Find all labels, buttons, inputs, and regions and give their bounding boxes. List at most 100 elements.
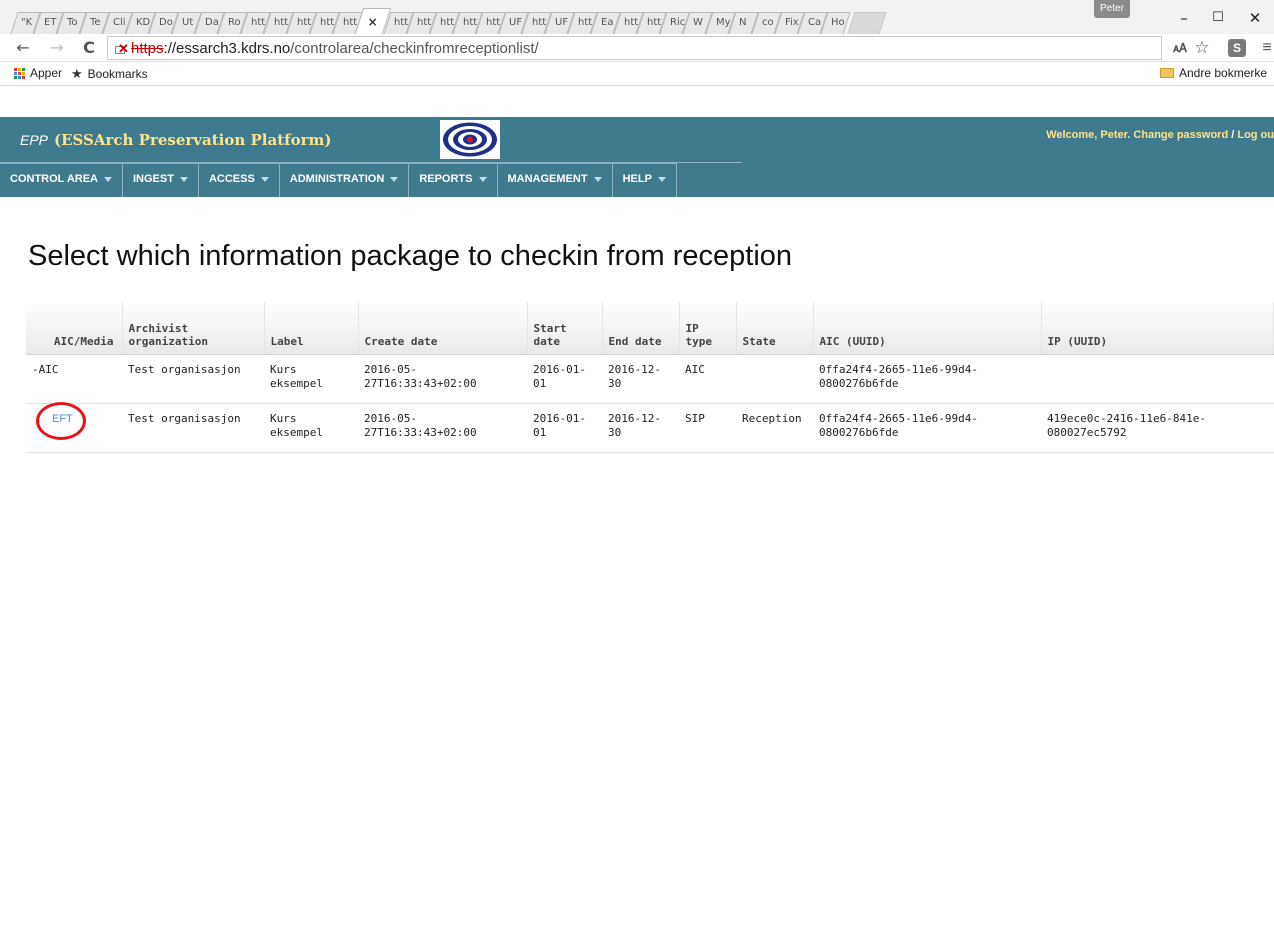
close-window-icon[interactable]: ✕ bbox=[1243, 6, 1267, 30]
tab-title: htt bbox=[417, 17, 432, 28]
tab-title: "K bbox=[21, 17, 33, 28]
tab-title: htt bbox=[532, 17, 547, 28]
caret-down-icon bbox=[179, 176, 188, 182]
org-cell: Test organisasjon bbox=[122, 354, 264, 404]
forward-arrow-icon[interactable]: → bbox=[46, 37, 68, 59]
extension-icon[interactable]: S bbox=[1228, 39, 1246, 57]
col-header-start-date[interactable]: Start date bbox=[527, 302, 603, 355]
minimize-icon[interactable]: – bbox=[1172, 6, 1196, 30]
col-header-archivist-organization[interactable]: Archivist organization bbox=[122, 302, 265, 355]
tab-title: Te bbox=[90, 17, 101, 28]
col-header-ip-type[interactable]: IP type bbox=[679, 302, 737, 355]
tab-title: Ut bbox=[182, 17, 194, 28]
eft-media-link[interactable]: EFT bbox=[52, 413, 73, 425]
folder-icon bbox=[1160, 68, 1174, 78]
bookmark-star-icon[interactable]: ☆ bbox=[1192, 38, 1212, 58]
translate-icon[interactable]: 🗚 bbox=[1170, 38, 1190, 58]
caret-down-icon bbox=[104, 176, 112, 182]
nav-label: MANAGEMENT bbox=[507, 173, 588, 185]
nav-administration[interactable]: ADMINISTRATION bbox=[279, 163, 410, 197]
app-brand[interactable]: EPP (ESSArch Preservation Platform) bbox=[20, 131, 331, 149]
page-title: Select which information package to chec… bbox=[28, 240, 793, 272]
tab-title: My bbox=[716, 17, 731, 28]
other-bookmarks-folder[interactable]: Andre bokmerke bbox=[1160, 66, 1267, 80]
state-cell bbox=[736, 354, 813, 404]
tab-title: Ric bbox=[670, 17, 686, 28]
tab-title: UF bbox=[555, 17, 569, 28]
col-header-ip-uuid[interactable]: IP (UUID) bbox=[1041, 302, 1274, 355]
browser-tabstrip: "K ET To Te Cli KD Do Ut Da Ro htt htt htt htt htt × htt… bbox=[0, 0, 1274, 34]
essarch-logo bbox=[440, 120, 500, 159]
nav-help[interactable]: HELP bbox=[612, 163, 677, 197]
maximize-icon[interactable]: ☐ bbox=[1206, 6, 1230, 30]
app-full-name: (ESSArch Preservation Platform) bbox=[54, 131, 332, 149]
bookmarks-bar: Apper ★ Bookmarks Andre bokmerke bbox=[0, 62, 1274, 86]
label-cell: Kurs eksempel bbox=[264, 354, 358, 404]
new-tab-button[interactable] bbox=[847, 12, 887, 34]
col-header-state[interactable]: State bbox=[736, 302, 814, 355]
table-header-row: AIC/Media Archivist organization Label C… bbox=[26, 302, 1274, 355]
end-date-cell: 2016-12-30 bbox=[602, 403, 679, 453]
profile-button[interactable]: Peter bbox=[1094, 0, 1130, 18]
nav-reports[interactable]: REPORTS bbox=[409, 163, 498, 197]
tab-title: To bbox=[67, 17, 78, 28]
change-password-link[interactable]: Change password bbox=[1133, 129, 1228, 141]
chrome-menu-icon[interactable]: ≡ bbox=[1257, 38, 1274, 58]
logout-link[interactable]: Log ou bbox=[1237, 129, 1274, 141]
url-path: /controlarea/checkinfromreceptionlist/ bbox=[290, 39, 539, 57]
nav-ingest[interactable]: INGEST bbox=[123, 163, 199, 197]
media-cell: EFT bbox=[26, 403, 122, 453]
tab-title: W bbox=[693, 17, 703, 28]
nav-label: ACCESS bbox=[208, 173, 255, 185]
aic-toggle-cell: -AIC bbox=[26, 354, 122, 404]
address-bar[interactable]: ✕ https ://essarch3.kdrs.no /controlarea… bbox=[107, 36, 1162, 60]
tab-title: htt bbox=[624, 17, 639, 28]
nav-control-area[interactable]: CONTROL AREA bbox=[0, 163, 123, 197]
table-row: -AIC Test organisasjon Kurs eksempel 201… bbox=[26, 354, 1274, 404]
tab-title: htt bbox=[647, 17, 662, 28]
other-bookmarks-label: Andre bokmerke bbox=[1179, 66, 1268, 80]
label-cell: Kurs eksempel bbox=[264, 403, 358, 453]
col-header-aic-uuid[interactable]: AIC (UUID) bbox=[813, 302, 1042, 355]
aic-collapse-toggle[interactable]: -AIC bbox=[32, 363, 59, 376]
col-header-label[interactable]: Label bbox=[264, 302, 359, 355]
caret-down-icon bbox=[260, 176, 269, 182]
insecure-lock-icon[interactable]: ✕ bbox=[114, 41, 129, 56]
aic-uuid-cell: 0ffa24f4-2665-11e6-99d4-0800276b6fde bbox=[813, 403, 1041, 453]
tab-title: Fix bbox=[785, 17, 799, 28]
tab-title: htt bbox=[463, 17, 478, 28]
tab-title: htt bbox=[394, 17, 409, 28]
information-package-table: AIC/Media Archivist organization Label C… bbox=[26, 302, 1274, 453]
bookmarks-folder[interactable]: ★ Bookmarks bbox=[71, 66, 148, 82]
col-header-create-date[interactable]: Create date bbox=[358, 302, 528, 355]
nav-access[interactable]: ACCESS bbox=[198, 163, 280, 197]
apps-grid-icon bbox=[14, 67, 25, 79]
tab-title: Ca bbox=[808, 17, 822, 28]
caret-down-icon bbox=[390, 176, 399, 182]
tab-title: co bbox=[762, 17, 774, 28]
tab-title: htt bbox=[251, 17, 266, 28]
welcome-area: Welcome, Peter. Change password / Log ou bbox=[1046, 129, 1274, 141]
back-arrow-icon[interactable]: ← bbox=[12, 37, 34, 59]
nav-label: CONTROL AREA bbox=[10, 173, 98, 185]
apps-shortcut[interactable]: Apper bbox=[14, 66, 62, 80]
state-cell: Reception bbox=[736, 403, 813, 453]
welcome-text: Welcome, Peter. bbox=[1046, 129, 1131, 141]
ip-type-cell: SIP bbox=[679, 403, 736, 453]
tab-title: htt bbox=[320, 17, 335, 28]
nav-label: HELP bbox=[622, 173, 652, 185]
col-header-end-date[interactable]: End date bbox=[602, 302, 680, 355]
create-date-cell: 2016-05-27T16:33:43+02:00 bbox=[358, 354, 527, 404]
tab-title: htt bbox=[297, 17, 312, 28]
start-date-cell: 2016-01-01 bbox=[527, 403, 602, 453]
reload-icon[interactable]: C bbox=[78, 37, 100, 59]
tab-title: htt bbox=[440, 17, 455, 28]
col-header-aic-media[interactable]: AIC/Media bbox=[26, 302, 123, 355]
link-separator: / bbox=[1228, 129, 1238, 141]
caret-down-icon bbox=[593, 176, 602, 182]
nav-management[interactable]: MANAGEMENT bbox=[497, 163, 613, 197]
tab-title: Do bbox=[159, 17, 173, 28]
nav-label: INGEST bbox=[133, 173, 174, 185]
end-date-cell: 2016-12-30 bbox=[602, 354, 679, 404]
ip-uuid-cell: 419ece0c-2416-11e6-841e-080027ec5792 bbox=[1041, 403, 1274, 453]
